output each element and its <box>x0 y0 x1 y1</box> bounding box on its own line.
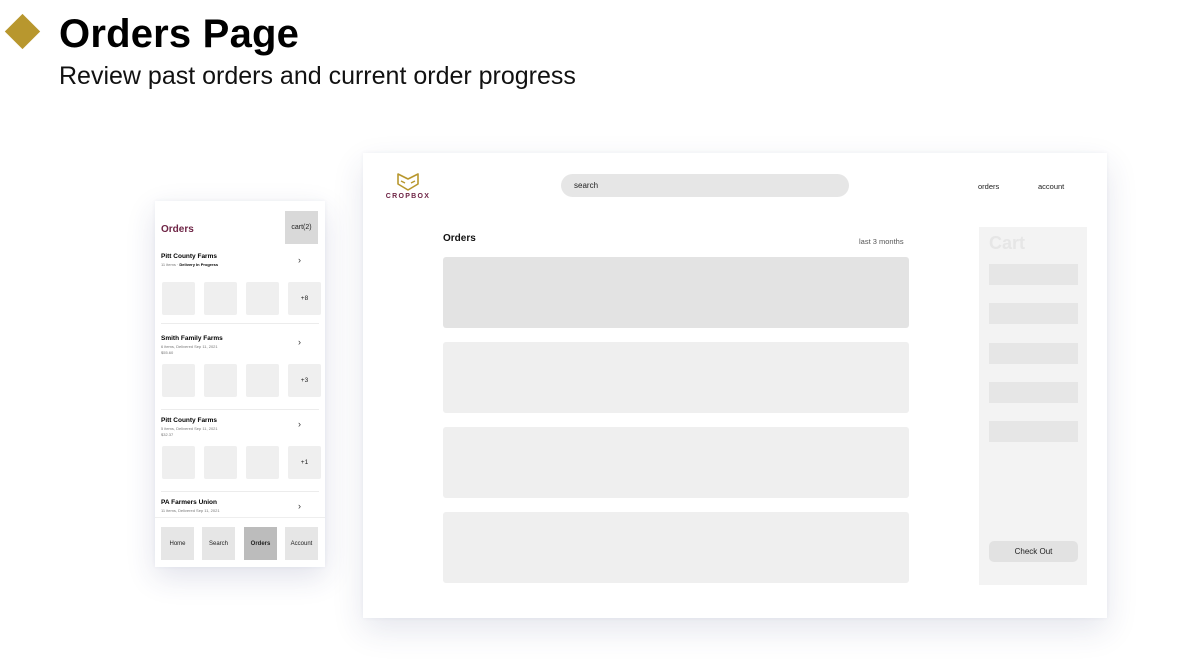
date-range-filter[interactable]: last 3 months <box>859 237 904 246</box>
product-thumbnail[interactable] <box>162 446 195 479</box>
nav-link-orders[interactable]: orders <box>978 182 999 191</box>
order-meta: 11 items · Delivery In Progress <box>161 262 219 267</box>
order-meta: 5 items, Delivered Sep 11, 2021 <box>161 426 218 431</box>
order-thumbnails: +3 <box>162 364 321 397</box>
divider <box>161 491 319 492</box>
mobile-page-title: Orders <box>161 224 194 235</box>
order-price: $32.37 <box>161 432 174 437</box>
mobile-mockup: Orders cart(2) Pitt County Farms 11 item… <box>155 201 325 567</box>
more-items-badge[interactable]: +3 <box>288 364 321 397</box>
mobile-bottom-nav: Home Search Orders Account <box>155 517 325 567</box>
chevron-right-icon[interactable]: › <box>298 501 301 511</box>
divider <box>161 409 319 410</box>
cropbox-logo[interactable]: CROPBOX <box>383 170 433 202</box>
slide-subtitle: Review past orders and current order pro… <box>59 62 576 90</box>
order-farm-name: Smith Family Farms <box>161 335 223 342</box>
cart-item-placeholder[interactable] <box>989 421 1078 442</box>
divider <box>161 323 319 324</box>
product-thumbnail[interactable] <box>204 364 237 397</box>
nav-tab-home[interactable]: Home <box>161 527 194 560</box>
product-thumbnail[interactable] <box>204 282 237 315</box>
order-price: $55.60 <box>161 350 174 355</box>
order-thumbnails: +8 <box>162 282 321 315</box>
more-items-badge[interactable]: +8 <box>288 282 321 315</box>
order-card[interactable] <box>443 512 909 583</box>
nav-tab-search[interactable]: Search <box>202 527 235 560</box>
search-input[interactable]: search <box>561 174 849 197</box>
nav-tab-account[interactable]: Account <box>285 527 318 560</box>
product-thumbnail[interactable] <box>246 282 279 315</box>
order-thumbnails: +1 <box>162 446 321 479</box>
desktop-mockup: CROPBOX search orders account Orders las… <box>363 153 1107 618</box>
logo-wordmark: CROPBOX <box>385 193 431 200</box>
more-items-badge[interactable]: +1 <box>288 446 321 479</box>
cart-item-placeholder[interactable] <box>989 382 1078 403</box>
product-thumbnail[interactable] <box>246 446 279 479</box>
order-farm-name: Pitt County Farms <box>161 417 217 424</box>
leaf-box-icon <box>397 173 419 191</box>
orders-heading: Orders <box>443 233 476 244</box>
product-thumbnail[interactable] <box>204 446 237 479</box>
order-farm-name: Pitt County Farms <box>161 253 217 260</box>
order-card[interactable] <box>443 257 909 328</box>
chevron-right-icon[interactable]: › <box>298 255 301 265</box>
order-card[interactable] <box>443 427 909 498</box>
product-thumbnail[interactable] <box>162 364 195 397</box>
chevron-right-icon[interactable]: › <box>298 337 301 347</box>
nav-tab-orders[interactable]: Orders <box>244 527 277 560</box>
order-meta: 6 items, Delivered Sep 11, 2021 <box>161 344 218 349</box>
cart-item-placeholder[interactable] <box>989 343 1078 364</box>
slide-title: Orders Page <box>59 12 300 56</box>
cart-item-placeholder[interactable] <box>989 264 1078 285</box>
order-meta: 11 items, Delivered Sep 11, 2021 <box>161 508 220 513</box>
cart-item-placeholder[interactable] <box>989 303 1078 324</box>
order-farm-name: PA Farmers Union <box>161 499 217 506</box>
product-thumbnail[interactable] <box>162 282 195 315</box>
mobile-cart-button[interactable]: cart(2) <box>285 211 318 244</box>
order-status: Delivery In Progress <box>179 262 219 267</box>
chevron-right-icon[interactable]: › <box>298 419 301 429</box>
order-card[interactable] <box>443 342 909 413</box>
product-thumbnail[interactable] <box>246 364 279 397</box>
cart-panel: Cart Check Out <box>979 227 1087 585</box>
nav-link-account[interactable]: account <box>1038 182 1064 191</box>
cart-title: Cart <box>989 233 1026 253</box>
checkout-button[interactable]: Check Out <box>989 541 1078 562</box>
diamond-bullet-icon <box>4 13 41 50</box>
